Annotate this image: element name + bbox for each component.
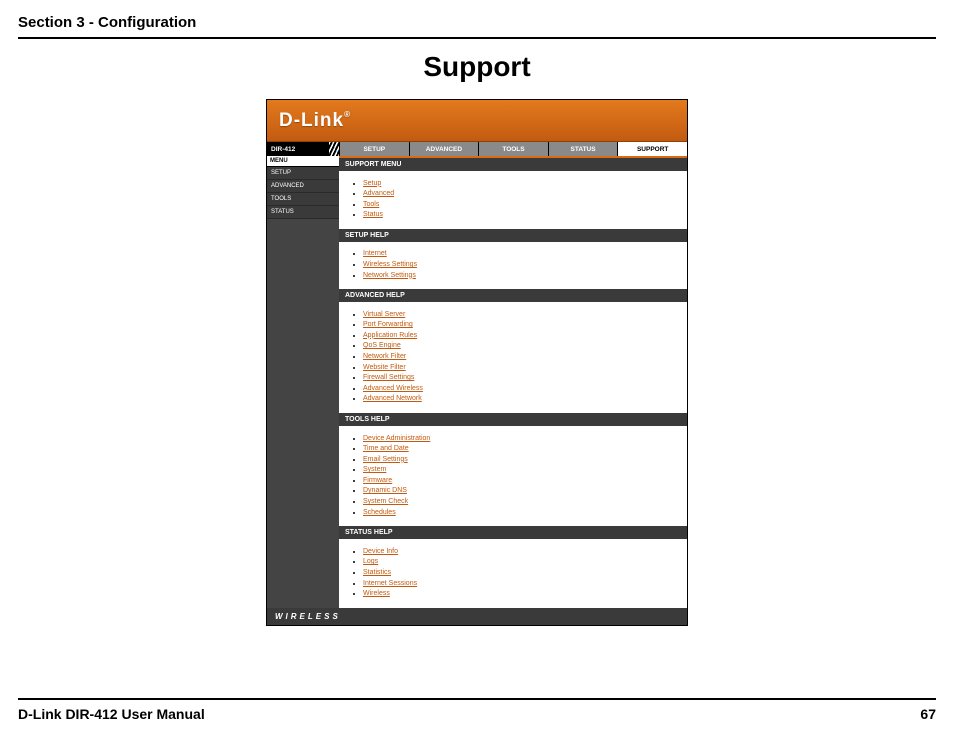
section-setup-help-header: SETUP HELP bbox=[339, 229, 687, 242]
link-device-info[interactable]: Device Info bbox=[363, 548, 398, 555]
brand-header: D-Link® bbox=[267, 100, 687, 142]
link-time-and-date[interactable]: Time and Date bbox=[363, 445, 409, 452]
link-firmware[interactable]: Firmware bbox=[363, 477, 392, 484]
link-advanced[interactable]: Advanced bbox=[363, 190, 394, 197]
link-internet[interactable]: Internet bbox=[363, 250, 387, 257]
page-title: Support bbox=[18, 51, 936, 83]
link-advanced-network[interactable]: Advanced Network bbox=[363, 395, 422, 402]
footer-page-number: 67 bbox=[920, 706, 936, 722]
link-firewall-settings[interactable]: Firewall Settings bbox=[363, 374, 414, 381]
model-label: DIR-412 bbox=[267, 142, 339, 156]
tools-help-links: Device Administration Time and Date Emai… bbox=[339, 426, 687, 526]
sidebar-item-tools[interactable]: TOOLS bbox=[267, 193, 339, 206]
bottom-brand-bar: WIRELESS bbox=[267, 608, 687, 625]
link-system[interactable]: System bbox=[363, 466, 386, 473]
link-device-administration[interactable]: Device Administration bbox=[363, 435, 430, 442]
link-internet-sessions[interactable]: Internet Sessions bbox=[363, 580, 417, 587]
tab-status[interactable]: STATUS bbox=[548, 142, 618, 156]
link-port-forwarding[interactable]: Port Forwarding bbox=[363, 321, 413, 328]
link-network-filter[interactable]: Network Filter bbox=[363, 353, 406, 360]
link-email-settings[interactable]: Email Settings bbox=[363, 456, 408, 463]
link-status[interactable]: Status bbox=[363, 211, 383, 218]
link-advanced-wireless[interactable]: Advanced Wireless bbox=[363, 385, 423, 392]
link-wireless-settings[interactable]: Wireless Settings bbox=[363, 261, 417, 268]
link-network-settings[interactable]: Network Settings bbox=[363, 272, 416, 279]
footer-manual-title: D-Link DIR-412 User Manual bbox=[18, 706, 205, 722]
link-logs[interactable]: Logs bbox=[363, 558, 378, 565]
section-status-help-header: STATUS HELP bbox=[339, 526, 687, 539]
tab-setup[interactable]: SETUP bbox=[339, 142, 409, 156]
link-statistics[interactable]: Statistics bbox=[363, 569, 391, 576]
link-dynamic-dns[interactable]: Dynamic DNS bbox=[363, 487, 407, 494]
main-content: SUPPORT MENU Setup Advanced Tools Status… bbox=[339, 156, 687, 608]
section-support-menu-header: SUPPORT MENU bbox=[339, 156, 687, 171]
link-application-rules[interactable]: Application Rules bbox=[363, 332, 417, 339]
advanced-help-links: Virtual Server Port Forwarding Applicati… bbox=[339, 302, 687, 413]
section-tools-help-header: TOOLS HELP bbox=[339, 413, 687, 426]
section-header: Section 3 - Configuration bbox=[18, 14, 936, 39]
main-tab-row: DIR-412 SETUP ADVANCED TOOLS STATUS SUPP… bbox=[267, 142, 687, 156]
setup-help-links: Internet Wireless Settings Network Setti… bbox=[339, 242, 687, 289]
link-qos-engine[interactable]: QoS Engine bbox=[363, 342, 401, 349]
link-wireless[interactable]: Wireless bbox=[363, 590, 390, 597]
link-setup[interactable]: Setup bbox=[363, 180, 381, 187]
sidebar-item-status[interactable]: STATUS bbox=[267, 206, 339, 219]
document-footer: D-Link DIR-412 User Manual 67 bbox=[18, 698, 936, 722]
section-advanced-help-header: ADVANCED HELP bbox=[339, 289, 687, 302]
link-schedules[interactable]: Schedules bbox=[363, 509, 396, 516]
tab-advanced[interactable]: ADVANCED bbox=[409, 142, 479, 156]
router-ui-screenshot: D-Link® DIR-412 SETUP ADVANCED TOOLS STA… bbox=[266, 99, 688, 626]
link-tools[interactable]: Tools bbox=[363, 201, 379, 208]
tab-tools[interactable]: TOOLS bbox=[478, 142, 548, 156]
sidebar-menu-header: MENU bbox=[267, 156, 339, 167]
link-virtual-server[interactable]: Virtual Server bbox=[363, 311, 405, 318]
status-help-links: Device Info Logs Statistics Internet Ses… bbox=[339, 539, 687, 607]
link-website-filter[interactable]: Website Filter bbox=[363, 364, 406, 371]
sidebar-item-setup[interactable]: SETUP bbox=[267, 167, 339, 180]
link-system-check[interactable]: System Check bbox=[363, 498, 408, 505]
sidebar: MENU SETUP ADVANCED TOOLS STATUS bbox=[267, 156, 339, 608]
tab-support[interactable]: SUPPORT bbox=[617, 142, 687, 156]
sidebar-item-advanced[interactable]: ADVANCED bbox=[267, 180, 339, 193]
support-menu-links: Setup Advanced Tools Status bbox=[339, 171, 687, 229]
dlink-logo: D-Link® bbox=[279, 110, 351, 132]
